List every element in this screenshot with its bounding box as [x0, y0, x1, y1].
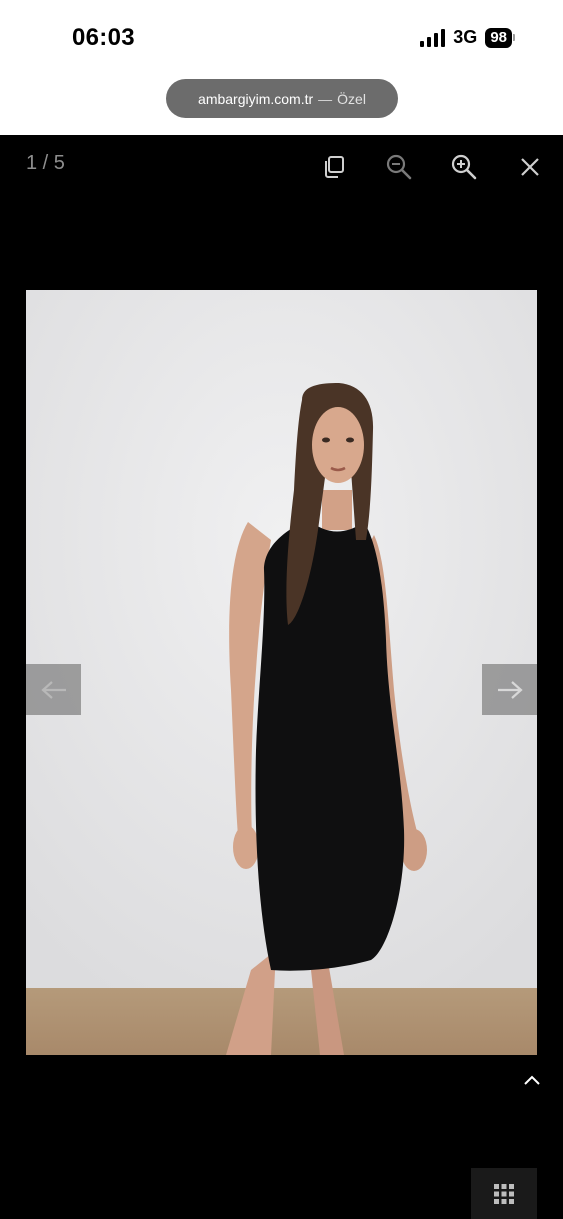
network-type: 3G — [453, 27, 478, 47]
product-image[interactable] — [26, 290, 537, 1055]
address-bar[interactable]: ambargiyim.com.tr — Özel — [166, 79, 398, 118]
status-indicators: 3G 98 — [420, 27, 515, 48]
battery-icon: 98 — [485, 27, 515, 48]
grid-icon — [494, 1183, 514, 1204]
arrow-left-icon — [40, 680, 66, 699]
close-icon — [521, 158, 539, 176]
next-image-button[interactable] — [482, 664, 537, 715]
private-mode-label: Özel — [337, 90, 366, 107]
fullscreen-icon — [325, 156, 344, 178]
url-text: ambargiyim.com.tr — [198, 90, 314, 107]
zoom-in-icon — [451, 154, 477, 180]
image-counter: 1 / 5 — [26, 152, 65, 174]
scroll-up-button[interactable] — [518, 1068, 546, 1092]
status-time: 06:03 — [72, 24, 135, 51]
zoom-in-button[interactable] — [447, 150, 481, 184]
chevron-up-icon — [524, 1075, 540, 1085]
url-separator: — — [318, 90, 333, 107]
signal-icon — [420, 28, 446, 47]
battery-level: 98 — [485, 27, 512, 48]
zoom-out-button[interactable] — [382, 150, 416, 184]
fullscreen-button[interactable] — [317, 150, 351, 184]
close-button[interactable] — [513, 150, 547, 184]
thumbnails-button[interactable] — [471, 1168, 537, 1219]
browser-chrome: 06:03 3G 98 ambargiyim.com.tr — Özel — [0, 0, 563, 135]
arrow-right-icon — [497, 680, 523, 699]
prev-image-button[interactable] — [26, 664, 81, 715]
zoom-out-icon — [386, 154, 412, 180]
